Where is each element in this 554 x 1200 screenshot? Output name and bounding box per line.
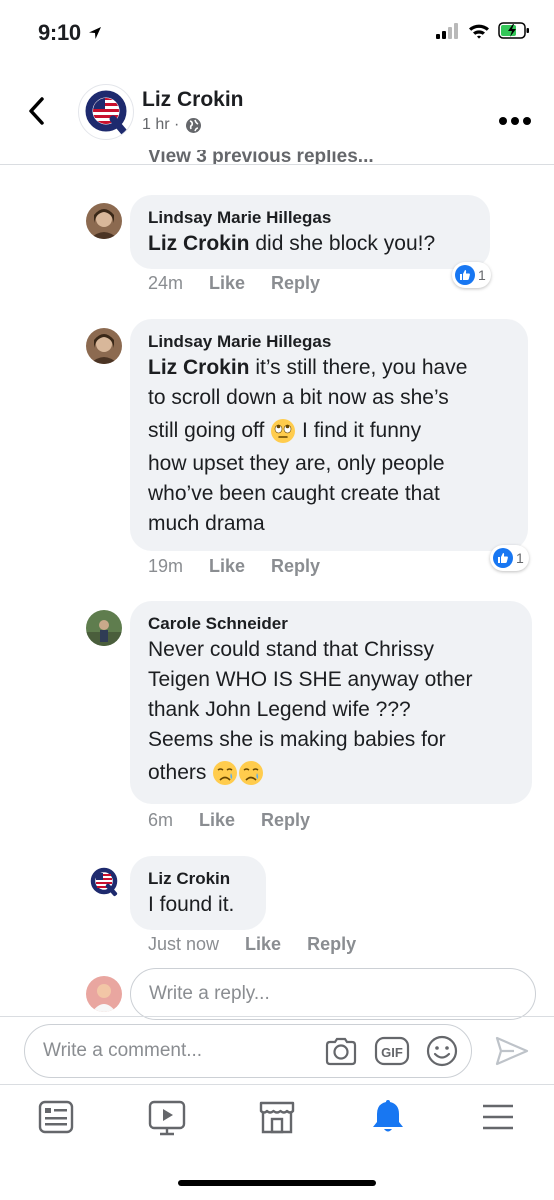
comment-line: Never could stand that Chrissy [148,638,434,661]
emoji-icon[interactable] [425,1034,459,1068]
comment-line: to scroll down a bit now as she’s [148,386,449,409]
comment-bubble[interactable]: Carole Schneider Never could stand that … [130,601,532,804]
comment-meta: 6m Like Reply [148,810,310,831]
more-dots-icon [499,117,531,125]
crying-face-emoji-icon [239,761,264,786]
status-time: 9:10 [38,20,103,46]
rolling-eyes-emoji-icon [271,419,296,444]
q-flag-logo-icon [90,867,118,897]
battery-charging-icon [498,22,529,39]
commenter-avatar[interactable] [86,203,122,239]
comment-line: how upset they are, only people [148,452,445,475]
send-icon[interactable] [494,1034,530,1068]
mention-link[interactable]: Liz Crokin [148,232,250,255]
reply-button[interactable]: Reply [271,556,320,577]
previous-replies-link[interactable]: View 3 previous replies... [148,150,374,164]
svg-text:GIF: GIF [381,1045,403,1060]
comment-bubble[interactable]: Liz Crokin I found it. [130,856,266,930]
comment-author[interactable]: Lindsay Marie Hillegas [148,207,472,229]
notifications-tab-icon[interactable] [370,1097,406,1135]
comment-line: much drama [148,512,265,535]
news-feed-tab-icon[interactable] [38,1100,74,1134]
location-arrow-icon [88,27,101,39]
home-indicator [178,1180,376,1186]
reaction-number: 1 [478,267,486,283]
comment-bubble[interactable]: Lindsay Marie Hillegas Liz Crokin it’s s… [130,319,528,551]
page-avatar[interactable] [78,84,134,140]
comment-line: Seems she is making babies for [148,728,446,751]
like-reaction-icon [455,265,475,285]
comment-author[interactable]: Carole Schneider [148,613,514,635]
comment-time: Just now [148,934,220,954]
comment-meta: 24m Like Reply [148,273,320,294]
composer-divider [0,1016,554,1017]
gif-icon[interactable]: GIF [374,1034,410,1068]
profile-photo-icon [86,610,122,646]
tabbar-divider [0,1084,554,1085]
reaction-count[interactable]: 1 [452,262,491,288]
comment-line: thank John Legend wife ??? [148,698,411,721]
profile-photo-icon [86,976,122,1012]
commenter-avatar[interactable] [86,610,122,646]
q-flag-logo-icon [85,90,128,136]
profile-photo-icon [86,328,122,364]
comment-meta: Just now Like Reply [148,934,356,955]
signal-icon [436,22,458,39]
comment-time: 6m [148,810,174,830]
post-timestamp: 1 hr · [142,116,202,134]
comment-line: others [148,755,514,791]
comment-body: still going off [148,419,271,442]
comment-line: Liz Crokin it’s still there, you have [148,353,510,383]
comment-placeholder: Write a comment... [43,1040,203,1061]
reply-button[interactable]: Reply [271,273,320,294]
header-divider [0,164,554,165]
reply-button[interactable]: Reply [307,934,356,955]
comment-body: it’s still there, you have [249,356,468,379]
status-icons [436,22,530,39]
globe-icon [186,117,202,133]
comment-body: others [148,761,213,784]
like-button[interactable]: Like [209,556,245,577]
comment-bubble[interactable]: Lindsay Marie Hillegas Liz Crokin did sh… [130,195,490,269]
reaction-number: 1 [516,550,524,566]
comment-text: I found it. [148,893,235,916]
reply-button[interactable]: Reply [261,810,310,831]
camera-icon[interactable] [324,1034,358,1068]
comment-text: Liz Crokin it’s still there, you have to… [148,353,510,539]
comment-time: 24m [148,273,184,293]
more-options-button[interactable] [498,100,532,134]
commenter-avatar[interactable] [86,864,122,900]
comment-text: Liz Crokin did she block you!? [148,229,472,259]
crying-face-emoji-icon [213,761,238,786]
current-user-avatar [86,976,122,1012]
back-button[interactable] [22,94,52,128]
comment-author[interactable]: Liz Crokin [148,868,248,890]
comment-body: I find it funny [296,419,422,442]
comment-line: who’ve been caught create that [148,482,440,505]
reply-input[interactable]: Write a reply... [130,968,536,1020]
marketplace-tab-icon[interactable] [258,1099,296,1135]
profile-photo-icon [86,203,122,239]
mention-link[interactable]: Liz Crokin [148,356,250,379]
page-name[interactable]: Liz Crokin [142,88,244,112]
like-button[interactable]: Like [245,934,281,955]
like-button[interactable]: Like [209,273,245,294]
comment-line: still going off I find it funny [148,413,510,449]
comment-text: Never could stand that Chrissy Teigen WH… [148,635,514,791]
like-button[interactable]: Like [199,810,235,831]
comment-meta: 19m Like Reply [148,556,320,577]
comment-body: did she block you!? [249,232,436,255]
comment-time: 19m [148,556,184,576]
commenter-avatar[interactable] [86,328,122,364]
wifi-icon [469,24,489,39]
reaction-count[interactable]: 1 [490,545,529,571]
chevron-left-icon [29,97,44,125]
timestamp-text: 1 hr · [142,116,180,133]
watch-tab-icon[interactable] [148,1100,186,1136]
like-reaction-icon [493,548,513,568]
menu-tab-icon[interactable] [480,1102,516,1132]
comment-line: Teigen WHO IS SHE anyway other [148,668,473,691]
comment-author[interactable]: Lindsay Marie Hillegas [148,331,510,353]
